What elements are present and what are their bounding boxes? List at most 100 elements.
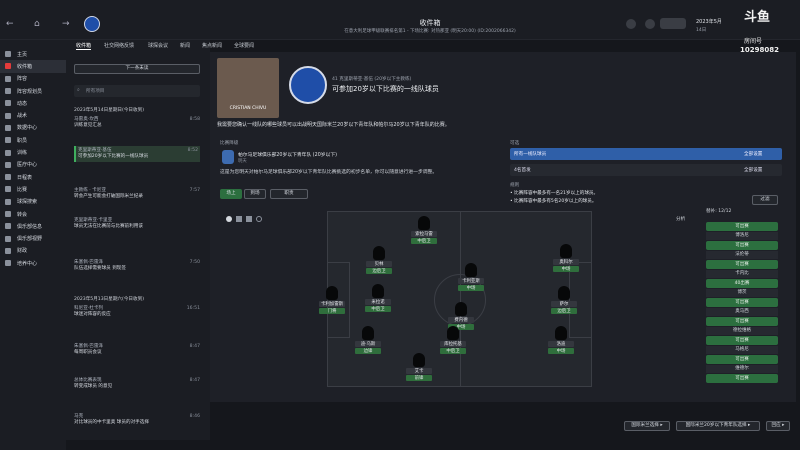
player-name: 库拉托基 bbox=[440, 341, 466, 347]
chart-icon[interactable] bbox=[236, 216, 242, 222]
list-item[interactable]: 主教练 · 卡尼亚 7:57 转会产生可能会打破国际米兰纪录 bbox=[74, 188, 200, 200]
message-subject: 队伍选择需要球员 到现签 bbox=[74, 266, 126, 271]
sidebar-item-label: 数据中心 bbox=[17, 125, 38, 132]
bench-status-button[interactable]: 可出赛 bbox=[706, 317, 778, 326]
help-icon[interactable] bbox=[645, 19, 655, 29]
sidebar-item-17[interactable]: 培养中心 bbox=[0, 257, 66, 269]
list-item[interactable]: 马克 8:46 对比球员的中卡里奥 球员的对手选择 bbox=[74, 414, 200, 426]
bench-status-button[interactable]: 可出赛 bbox=[706, 298, 778, 307]
sidebar-item-label: 收件箱 bbox=[17, 63, 33, 70]
sidebar-item-13[interactable]: 转会 bbox=[0, 208, 66, 220]
player-name: 艾卡 bbox=[406, 368, 432, 374]
player-name: 费内德 bbox=[448, 317, 474, 323]
forward-arrow-icon[interactable]: → bbox=[62, 19, 70, 29]
tab-5[interactable]: 全球要闻 bbox=[234, 42, 254, 49]
sidebar-item-2[interactable]: 阵容 bbox=[0, 73, 66, 85]
list-item[interactable]: 总体比赛表现 8:47 转变成球员 的意见 bbox=[74, 378, 200, 390]
player-marker[interactable]: 奥科尔 中场 bbox=[553, 244, 579, 272]
sidebar-icon bbox=[5, 124, 11, 131]
player-marker[interactable]: 米拉诺 中后卫 bbox=[365, 284, 391, 312]
sidebar-item-1[interactable]: 收件箱 bbox=[0, 60, 66, 73]
sidebar-icon bbox=[5, 137, 11, 144]
view-mode-dropdown[interactable]: 职责 bbox=[270, 189, 308, 199]
sidebar-item-10[interactable]: 日程表 bbox=[0, 171, 66, 183]
tab-1[interactable]: 社交网络反馈 bbox=[104, 42, 134, 49]
tab-4[interactable]: 焦点新闻 bbox=[202, 42, 222, 49]
bench-status-button[interactable]: 可出赛 bbox=[706, 374, 778, 383]
sidebar-item-4[interactable]: 动态 bbox=[0, 97, 66, 109]
analysis-label[interactable]: 分析 bbox=[676, 216, 685, 222]
player-marker[interactable]: 库拉托基 中后卫 bbox=[440, 326, 466, 354]
bench-status-button[interactable]: 可出赛 bbox=[706, 355, 778, 364]
list-item[interactable]: 朱塞佩·巴雷泽 8:47 每周职员会议 bbox=[74, 344, 200, 356]
player-pool-dropdown[interactable]: 所有一线队球员 全部设置 bbox=[510, 148, 782, 160]
sidebar-item-8[interactable]: 训练 bbox=[0, 146, 66, 158]
sidebar-item-16[interactable]: 财政 bbox=[0, 245, 66, 257]
search-field[interactable]: ⌕ 所有项目 bbox=[74, 85, 200, 97]
view-tab-onfield[interactable]: 场上 bbox=[220, 189, 242, 199]
list-item[interactable]: 2023年5月13日星期六(今日收到) 科尼亚·杜卡列 16:51 球迷对阵容的反应 bbox=[74, 297, 200, 318]
bench-status-button[interactable]: 40出赛 bbox=[706, 279, 778, 288]
date-label[interactable]: 2023年5月 bbox=[696, 18, 722, 25]
reply-button[interactable]: 回应 ▸ bbox=[766, 421, 790, 431]
player-name: 奥科尔 bbox=[553, 259, 579, 265]
bench-status-button[interactable]: 可出赛 bbox=[706, 260, 778, 269]
filter-button[interactable]: 过滤 bbox=[752, 195, 778, 205]
sidebar-item-7[interactable]: 职员 bbox=[0, 134, 66, 146]
opponent-line[interactable]: 帕尔马足球俱乐部20岁以下青年队 (20岁以下) bbox=[238, 151, 337, 158]
sidebar-item-6[interactable]: 数据中心 bbox=[0, 122, 66, 134]
next-unread-button[interactable]: 下一条未读 bbox=[74, 64, 200, 74]
player-avatar bbox=[455, 302, 467, 316]
tab-3[interactable]: 新闻 bbox=[180, 42, 190, 49]
player-avatar bbox=[326, 286, 338, 300]
player-avatar bbox=[555, 326, 567, 340]
settings-icon[interactable] bbox=[256, 216, 262, 222]
player-marker[interactable]: 卡利亚斯 中场 bbox=[458, 263, 484, 291]
sidebar-item-15[interactable]: 俱乐部视野 bbox=[0, 232, 66, 244]
bench-status-button[interactable]: 可出赛 bbox=[706, 241, 778, 250]
sidebar-icon bbox=[5, 174, 11, 181]
sidebar-item-9[interactable]: 医疗中心 bbox=[0, 159, 66, 171]
rule-2: • 比赛阵容中最多有5名20岁以上的球员。 bbox=[510, 199, 597, 204]
sidebar-item-3[interactable]: 阵容规划员 bbox=[0, 85, 66, 97]
home-icon[interactable]: ⌂ bbox=[34, 19, 40, 29]
u20-select-button[interactable]: 国际米兰20岁以下青年队选择 ▸ bbox=[676, 421, 760, 431]
message-time: 8:47 bbox=[189, 378, 200, 383]
player-avatar bbox=[418, 216, 430, 230]
sidebar-item-label: 球探搜索 bbox=[17, 199, 38, 206]
bench-player-name: 卡内比 bbox=[706, 269, 778, 278]
player-marker[interactable]: 贝林 边后卫 bbox=[366, 246, 392, 274]
shield-icon[interactable] bbox=[626, 19, 636, 29]
tab-2[interactable]: 球探会议 bbox=[148, 42, 168, 49]
list-item[interactable]: 克里斯蒂亚·基伍 8:52 可参加20岁以下比赛的一线队球员 bbox=[74, 146, 200, 162]
list-item[interactable]: 2023年5月14日星期日(今日收到) 马雷奥·坎西 8:58 训练意见汇总 bbox=[74, 108, 200, 129]
continue-toggle[interactable] bbox=[660, 18, 686, 29]
inter-select-button[interactable]: 国际米兰选择 ▸ bbox=[624, 421, 670, 431]
tab-0[interactable]: 收件箱 bbox=[76, 42, 92, 50]
starters-value: 4名首发 bbox=[514, 168, 531, 173]
sidebar-item-11[interactable]: 比赛 bbox=[0, 183, 66, 195]
player-marker[interactable]: 洛迪 中场 bbox=[548, 326, 574, 354]
player-marker[interactable]: 卡利加雷斯 门将 bbox=[319, 286, 345, 314]
sidebar-item-12[interactable]: 球探搜索 bbox=[0, 196, 66, 208]
player-avatar bbox=[560, 244, 572, 258]
bench-status-button[interactable]: 可出赛 bbox=[706, 222, 778, 231]
player-marker[interactable]: 索拉马雷 中后卫 bbox=[411, 216, 437, 244]
back-arrow-icon[interactable]: ← bbox=[6, 19, 14, 29]
player-avatar bbox=[465, 263, 477, 277]
sidebar-item-14[interactable]: 俱乐部信息 bbox=[0, 220, 66, 232]
list-item[interactable]: 克里斯蒂亚·卡里亚 球员无法在比赛前与比赛前利用该 bbox=[74, 218, 200, 230]
player-marker[interactable]: 艾卡 前锋 bbox=[406, 353, 432, 381]
grid-icon[interactable] bbox=[246, 216, 252, 222]
sidebar-item-0[interactable]: 主页 bbox=[0, 48, 66, 60]
bench-player-name: 奥马西 bbox=[706, 307, 778, 316]
player-marker[interactable]: 萨尔 边后卫 bbox=[551, 286, 577, 314]
info-icon[interactable] bbox=[226, 216, 232, 222]
message-time: 8:58 bbox=[189, 117, 200, 122]
view-tab-present[interactable]: 到场 bbox=[244, 189, 266, 199]
sidebar-item-5[interactable]: 战术 bbox=[0, 109, 66, 121]
bench-status-button[interactable]: 可出赛 bbox=[706, 336, 778, 345]
player-marker[interactable]: 迪·乌斯 边锋 bbox=[355, 326, 381, 354]
list-item[interactable]: 朱塞佩·巴雷泽 7:50 队伍选择需要球员 到现签 bbox=[74, 260, 200, 272]
starters-dropdown[interactable]: 4名首发 全部设置 bbox=[510, 164, 782, 176]
